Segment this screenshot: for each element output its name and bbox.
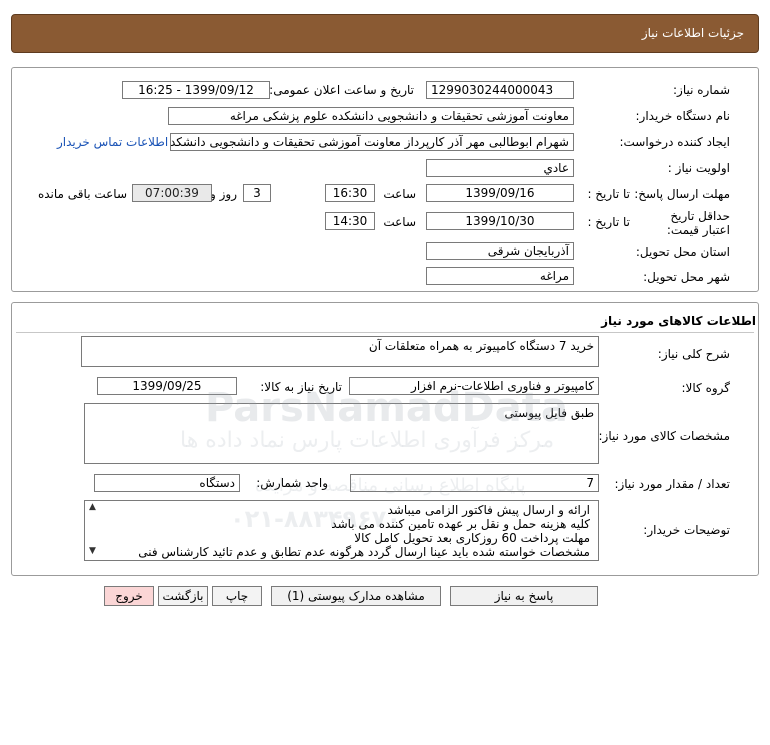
validity-time-field: 14:30 — [325, 212, 375, 230]
reply-to-date-label: تا تاریخ : — [587, 187, 630, 201]
specs-field: طبق فایل پیوستی — [84, 403, 599, 464]
qty-label: تعداد / مقدار مورد نیاز: — [614, 477, 730, 491]
page-title: جزئیات اطلاعات نیاز — [641, 26, 744, 40]
goods-divider — [16, 332, 754, 333]
validity-time-label: ساعت — [383, 215, 416, 229]
summary-field: خرید 7 دستگاه کامپیوتر به همراه متعلقات … — [81, 336, 599, 367]
city-field: مراغه — [426, 267, 574, 285]
scroll-down-icon[interactable]: ▼ — [87, 546, 98, 557]
reply-date-field: 1399/09/16 — [426, 184, 574, 202]
province-label: استان محل تحویل: — [635, 245, 730, 259]
notes-line: ارائه و ارسال پیش فاکتور الزامی میباشد — [387, 503, 590, 517]
scroll-up-icon[interactable]: ▲ — [87, 502, 98, 513]
notes-line: کلیه هزینه حمل و نقل بر عهده تامین کننده… — [331, 517, 590, 531]
group-field: کامپیوتر و فناوری اطلاعات-نرم افزار — [349, 377, 599, 395]
reply-button[interactable]: پاسخ به نیاز — [450, 586, 598, 606]
reply-time-label: ساعت — [383, 187, 416, 201]
creator-field: شهرام ابوطالبی مهر آذر کارپرداز معاونت آ… — [170, 133, 574, 151]
need-date-field: 1399/09/25 — [97, 377, 237, 395]
unit-field: دستگاه — [94, 474, 240, 492]
min-validity-label: حداقل تاریخ اعتبار قیمت: — [666, 209, 730, 237]
page-header: جزئیات اطلاعات نیاز — [11, 14, 759, 53]
creator-label: ایجاد کننده درخواست: — [619, 135, 730, 149]
print-button[interactable]: چاپ — [212, 586, 262, 606]
notes-line: مهلت پرداخت 60 روزکاری بعد تحویل کامل کا… — [354, 531, 590, 545]
announce-label: تاریخ و ساعت اعلان عمومی: — [269, 83, 414, 97]
need-date-label: تاریخ نیاز به کالا: — [260, 380, 342, 394]
province-field: آذربایجان شرقی — [426, 242, 574, 260]
priority-field: عادي — [426, 159, 574, 177]
buyer-org-field: معاونت آموزشی تحقیقات و دانشجویی دانشکده… — [168, 107, 574, 125]
summary-label: شرح کلی نیاز: — [657, 347, 730, 361]
notes-scrollbar[interactable]: ▲ ▼ — [87, 502, 98, 559]
group-label: گروه کالا: — [681, 381, 731, 395]
reply-time-field: 16:30 — [325, 184, 375, 202]
back-button[interactable]: بازگشت — [158, 586, 208, 606]
exit-button[interactable]: خروج — [104, 586, 154, 606]
qty-field: 7 — [350, 474, 599, 492]
goods-section-title: اطلاعات کالاهای مورد نیاز — [601, 314, 756, 328]
priority-label: اولویت نیاز : — [667, 161, 730, 175]
buyer-contact-link[interactable]: اطلاعات تماس خریدار — [57, 135, 168, 149]
need-number-field: 1299030244000043 — [426, 81, 574, 99]
validity-date-field: 1399/10/30 — [426, 212, 574, 230]
remaining-time-field: 07:00:39 — [132, 184, 212, 202]
buyer-notes-box[interactable]: ارائه و ارسال پیش فاکتور الزامی میباشد ک… — [84, 500, 599, 561]
days-label: روز و — [210, 187, 237, 201]
unit-label: واحد شمارش: — [256, 476, 328, 490]
notes-label: توضیحات خریدار: — [643, 523, 730, 537]
announce-field: 1399/09/12 - 16:25 — [122, 81, 270, 99]
remaining-time-label: ساعت باقی مانده — [37, 187, 127, 201]
reply-deadline-label: مهلت ارسال پاسخ: — [634, 187, 730, 201]
specs-label: مشخصات کالای مورد نیاز: — [598, 429, 730, 443]
view-attachments-button[interactable]: مشاهده مدارک پیوستی (1) — [271, 586, 441, 606]
buyer-org-label: نام دستگاه خریدار: — [635, 109, 731, 123]
notes-line: مشخصات خواسته شده باید عینا ارسال گردد ه… — [138, 545, 590, 559]
city-label: شهر محل تحویل: — [643, 270, 730, 284]
days-field: 3 — [243, 184, 271, 202]
validity-to-date-label: تا تاریخ : — [587, 215, 630, 229]
need-number-label: شماره نیاز: — [673, 83, 730, 97]
